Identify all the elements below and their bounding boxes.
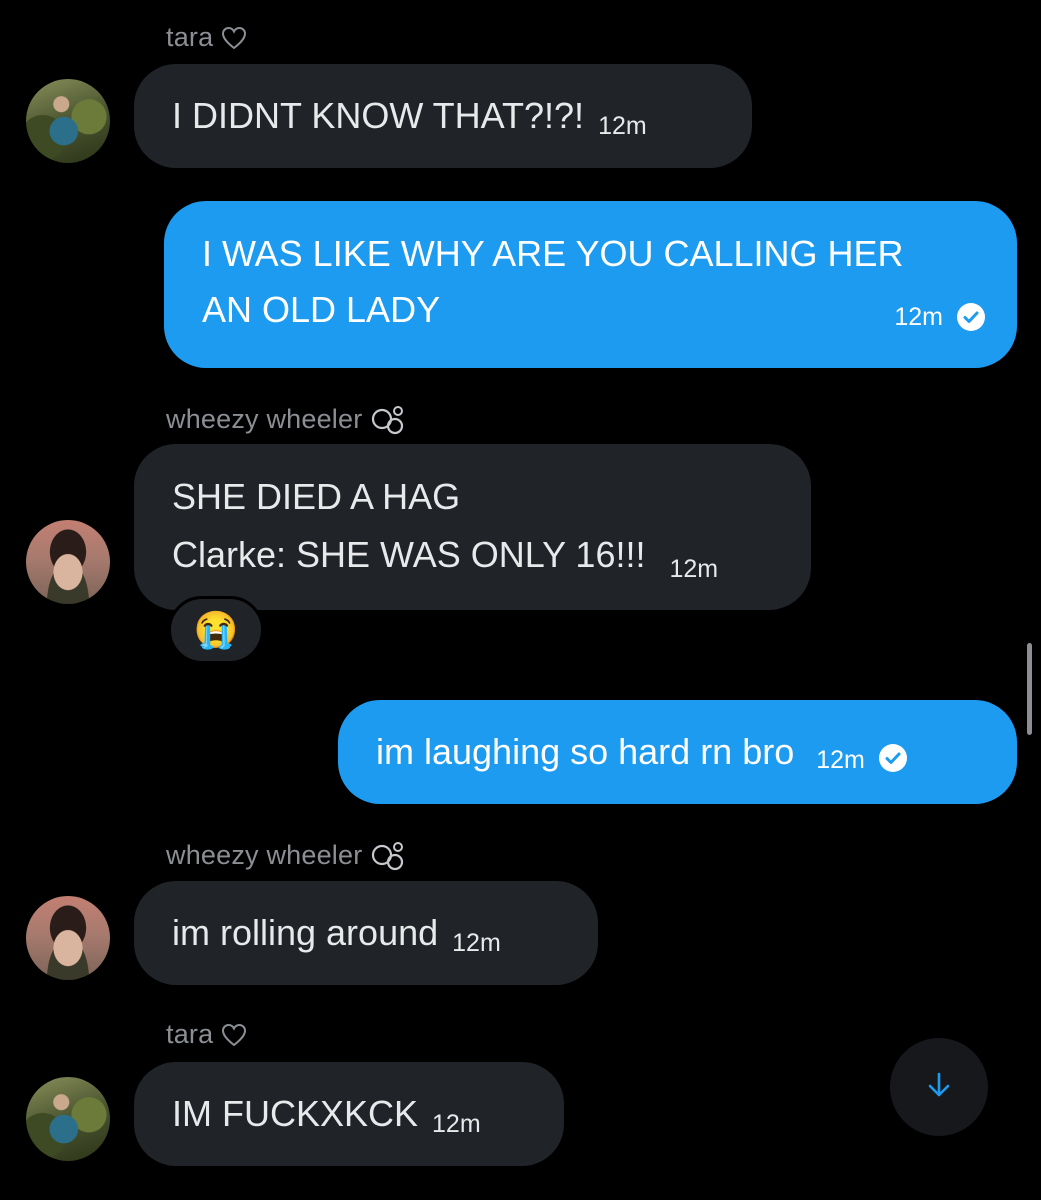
sender-name: wheezy wheeler bbox=[166, 402, 406, 436]
arrow-down-icon bbox=[924, 1070, 954, 1105]
message-time: 12m bbox=[452, 929, 501, 957]
sender-name-text: tara bbox=[166, 1019, 214, 1049]
message-text: im rolling around bbox=[172, 912, 439, 953]
message-time: 12m bbox=[598, 112, 647, 140]
message-text: I DIDNT KNOW THAT?!?! bbox=[172, 95, 585, 136]
message-text-line-with-time: Clarke: SHE WAS ONLY 16!!! 12m bbox=[172, 526, 773, 588]
sender-name: wheezy wheeler bbox=[166, 838, 406, 872]
message-bubble-outgoing[interactable]: im laughing so hard rn bro 12m bbox=[338, 700, 1017, 804]
message-bubble[interactable]: IM FUCKXKCK 12m bbox=[134, 1062, 564, 1166]
reaction-badge[interactable]: 😭 bbox=[168, 596, 264, 664]
avatar[interactable] bbox=[26, 520, 110, 604]
scrollbar[interactable] bbox=[1027, 643, 1032, 735]
sender-name: tara bbox=[166, 22, 247, 53]
message-time: 12m bbox=[669, 555, 719, 583]
sender-name-text: wheezy wheeler bbox=[166, 403, 363, 434]
sender-name-text: wheezy wheeler bbox=[166, 839, 363, 870]
message-bubble[interactable]: SHE DIED A HAG Clarke: SHE WAS ONLY 16!!… bbox=[134, 444, 811, 610]
bubbles-icon bbox=[370, 402, 406, 436]
sender-name: tara bbox=[166, 1019, 247, 1050]
scroll-to-bottom-button[interactable] bbox=[890, 1038, 988, 1136]
message-time: 12m bbox=[432, 1110, 481, 1138]
message-text-line: Clarke: SHE WAS ONLY 16!!! bbox=[172, 534, 646, 575]
sender-name-text: tara bbox=[166, 22, 214, 52]
crying-emoji-reaction: 😭 bbox=[193, 609, 239, 650]
read-check-icon bbox=[957, 303, 985, 331]
message-text-line: SHE DIED A HAG bbox=[172, 476, 461, 517]
heart-outline-icon bbox=[221, 1023, 247, 1047]
message-bubble[interactable]: im rolling around 12m bbox=[134, 881, 598, 985]
avatar[interactable] bbox=[26, 1077, 110, 1161]
message-bubble-outgoing[interactable]: I WAS LIKE WHY ARE YOU CALLING HER AN OL… bbox=[164, 201, 1017, 368]
message-time: 12m bbox=[816, 746, 865, 774]
message-text-line: I WAS LIKE WHY ARE YOU CALLING HER bbox=[202, 233, 904, 274]
message-text-line: AN OLD LADY bbox=[202, 289, 441, 330]
heart-outline-icon bbox=[221, 26, 247, 50]
message-time: 12m bbox=[894, 303, 943, 331]
avatar[interactable] bbox=[26, 79, 110, 163]
message-text: IM FUCKXKCK bbox=[172, 1093, 419, 1134]
message-bubble[interactable]: I DIDNT KNOW THAT?!?! 12m bbox=[134, 64, 752, 168]
read-check-icon bbox=[878, 744, 907, 772]
bubbles-icon bbox=[370, 838, 406, 872]
message-meta: 12m bbox=[894, 288, 985, 346]
avatar[interactable] bbox=[26, 896, 110, 980]
message-text: im laughing so hard rn bro bbox=[376, 731, 795, 772]
